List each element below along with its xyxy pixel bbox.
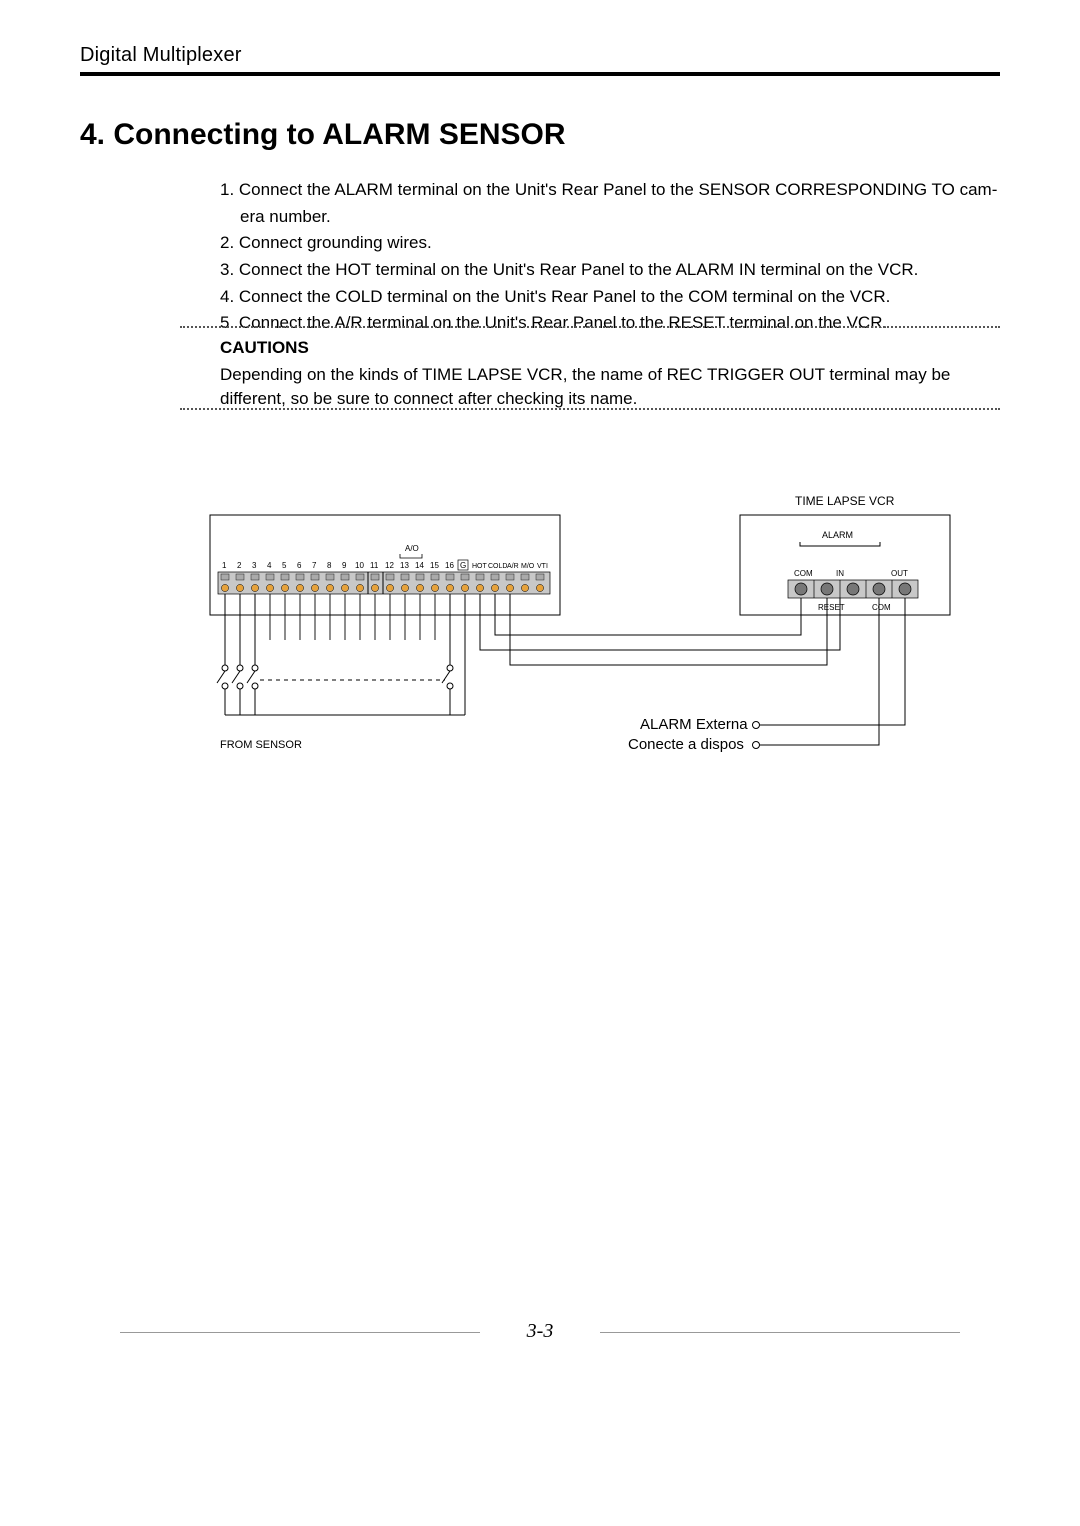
divider-dotted-top (180, 326, 1000, 328)
vcr-screw-5 (899, 583, 911, 595)
svg-text:1: 1 (222, 561, 227, 570)
svg-text:2: 2 (237, 561, 242, 570)
vcr-term-in: IN (836, 569, 844, 578)
svg-text:3: 3 (252, 561, 257, 570)
vcr-term-reset: RESET (818, 603, 845, 612)
footer-rule-left (120, 1332, 480, 1333)
vcr-wires (480, 594, 840, 665)
svg-text:4: 4 (267, 561, 272, 570)
svg-text:14: 14 (415, 561, 424, 570)
cautions-block: CAUTIONS Depending on the kinds of TIME … (220, 336, 1000, 412)
section-title: 4. Connecting to ALARM SENSOR (80, 118, 566, 152)
svg-text:7: 7 (312, 561, 317, 570)
vcr-term-com2: COM (872, 603, 891, 612)
steps-block: 1. Connect the ALARM terminal on the Uni… (220, 178, 1000, 338)
terminal-labels-row: 1 2 3 4 5 6 7 8 9 10 11 12 13 14 15 16 (222, 561, 454, 570)
svg-text:8: 8 (327, 561, 332, 570)
page-footer: 3-3 (120, 1320, 960, 1343)
vcr-alarm-bracket (800, 542, 880, 546)
step-3: 3. Connect the HOT terminal on the Unit'… (220, 258, 1000, 283)
terminal-mo: M/O (521, 563, 535, 570)
vcr-screw-1 (795, 583, 807, 595)
from-sensor-label: FROM SENSOR (220, 739, 302, 751)
svg-text:5: 5 (282, 561, 287, 570)
wiring-diagram: TIME LAPSE VCR ALARM COM IN OUT RESET (200, 480, 1000, 880)
divider-dotted-bottom (180, 408, 1000, 410)
cautions-body: Depending on the kinds of TIME LAPSE VCR… (220, 363, 1000, 412)
vcr-title: TIME LAPSE VCR (795, 494, 895, 508)
footer-rule-right (600, 1332, 960, 1333)
svg-text:12: 12 (385, 561, 394, 570)
vcr-term-out: OUT (891, 569, 908, 578)
sensor-wires (217, 594, 465, 715)
terminal-cold: COLD (488, 563, 507, 570)
alarm-externa-label: ALARM Externa (640, 716, 748, 733)
vcr-screw-4 (873, 583, 885, 595)
step-4: 4. Connect the COLD terminal on the Unit… (220, 285, 1000, 310)
idle-wires (270, 594, 435, 640)
terminal-ar: A/R (507, 563, 519, 570)
conecte-dispos-label: Conecte a dispos (628, 736, 744, 753)
header-product: Digital Multiplexer (80, 44, 1000, 67)
terminal-hot: HOT (472, 563, 488, 570)
step-5: 5. Connect the A/R terminal on the Unit'… (220, 311, 1000, 336)
vcr-screw-3 (847, 583, 859, 595)
vcr-alarm-label: ALARM (822, 530, 853, 540)
ao-bracket (400, 554, 422, 558)
step-1-line-1: 1. Connect the ALARM terminal on the Uni… (220, 178, 1000, 203)
svg-text:15: 15 (430, 561, 439, 570)
page-number: 3-3 (527, 1320, 554, 1342)
svg-text:11: 11 (370, 561, 379, 570)
svg-text:16: 16 (445, 561, 454, 570)
terminal-vti: VTI (537, 563, 548, 570)
svg-text:6: 6 (297, 561, 302, 570)
svg-text:9: 9 (342, 561, 347, 570)
ao-label: A/O (405, 544, 419, 553)
cautions-title: CAUTIONS (220, 336, 1000, 361)
svg-text:13: 13 (400, 561, 409, 570)
step-1-line-2: era number. (220, 205, 1000, 230)
vcr-term-com1: COM (794, 569, 813, 578)
svg-text:10: 10 (355, 561, 364, 570)
external-wires (753, 598, 906, 749)
step-2: 2. Connect grounding wires. (220, 231, 1000, 256)
vcr-screw-2 (821, 583, 833, 595)
header-divider (80, 72, 1000, 76)
terminal-g: G (460, 561, 466, 570)
